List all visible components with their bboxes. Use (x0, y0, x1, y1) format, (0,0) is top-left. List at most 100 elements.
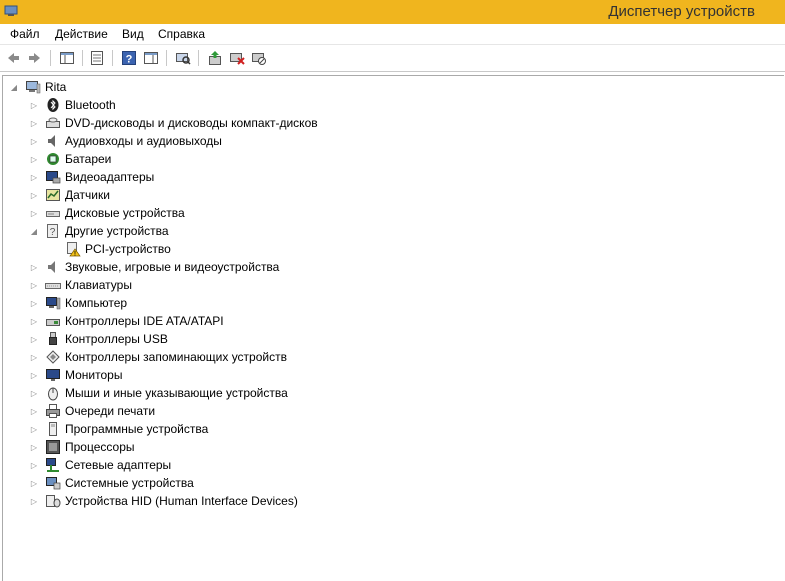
tree-item-pci-device[interactable]: ! PCI-устройство (65, 240, 171, 258)
bluetooth-icon (45, 97, 61, 113)
expand-icon[interactable]: ▷ (29, 262, 39, 272)
sound-icon (45, 259, 61, 275)
expand-icon[interactable]: ▷ (29, 460, 39, 470)
expand-icon[interactable]: ▷ (29, 298, 39, 308)
tree-item-display-adapters[interactable]: ▷ Видеоадаптеры (29, 168, 154, 186)
printer-icon (45, 403, 61, 419)
expand-icon[interactable]: ▷ (29, 370, 39, 380)
toolbar-separator (166, 50, 167, 66)
tree-item-hid[interactable]: ▷ Устройства HID (Human Interface Device… (29, 492, 298, 510)
expand-icon[interactable]: ▷ (29, 388, 39, 398)
tree-item-computer[interactable]: ▷ Компьютер (29, 294, 127, 312)
toolbar-separator (112, 50, 113, 66)
expand-icon[interactable]: ▷ (29, 316, 39, 326)
storage-controller-icon (45, 349, 61, 365)
expand-icon[interactable]: ▷ (29, 424, 39, 434)
tree-item-sensors[interactable]: ▷ Датчики (29, 186, 110, 204)
tree-item-dvd[interactable]: ▷ DVD-дисководы и дисководы компакт-диск… (29, 114, 318, 132)
menu-file[interactable]: Файл (10, 27, 40, 41)
svg-text:?: ? (50, 227, 56, 238)
menu-view[interactable]: Вид (122, 27, 144, 41)
tree-item-ide-controllers[interactable]: ▷ Контроллеры IDE ATA/ATAPI (29, 312, 224, 330)
expand-icon[interactable]: ▷ (29, 190, 39, 200)
action-pane-icon[interactable] (142, 49, 160, 67)
tree-root[interactable]: ◢ Rita (9, 78, 66, 96)
properties-icon[interactable] (88, 49, 106, 67)
tree-item-batteries[interactable]: ▷ Батареи (29, 150, 111, 168)
svg-text:?: ? (126, 54, 133, 66)
expand-icon[interactable]: ▷ (29, 352, 39, 362)
disable-icon[interactable] (250, 49, 268, 67)
dvd-drive-icon (45, 115, 61, 131)
monitor-icon (45, 367, 61, 383)
menu-action[interactable]: Действие (55, 27, 108, 41)
tree-item-network-adapters[interactable]: ▷ Сетевые адаптеры (29, 456, 171, 474)
warning-device-icon: ! (65, 241, 81, 257)
tree-item-software-devices[interactable]: ▷ Программные устройства (29, 420, 208, 438)
expand-icon[interactable]: ▷ (29, 442, 39, 452)
tree-item-disk-drives[interactable]: ▷ Дисковые устройства (29, 204, 185, 222)
tree-item-system-devices[interactable]: ▷ Системные устройства (29, 474, 194, 492)
tree-item-monitors[interactable]: ▷ Мониторы (29, 366, 123, 384)
expand-icon[interactable]: ▷ (29, 100, 39, 110)
hid-icon (45, 493, 61, 509)
expand-icon[interactable]: ▷ (29, 406, 39, 416)
console-tree-icon[interactable] (58, 49, 76, 67)
computer-icon (25, 79, 41, 95)
sensor-icon (45, 187, 61, 203)
ide-controller-icon (45, 313, 61, 329)
tree-item-keyboards[interactable]: ▷ Клавиатуры (29, 276, 132, 294)
toolbar-separator (82, 50, 83, 66)
disk-drive-icon (45, 205, 61, 221)
software-device-icon (45, 421, 61, 437)
mouse-icon (45, 385, 61, 401)
display-adapter-icon (45, 169, 61, 185)
back-icon[interactable] (4, 49, 22, 67)
device-tree[interactable]: ◢ Rita ▷ Bluetooth ▷ DVD-дисководы и дис… (2, 75, 784, 581)
help-icon[interactable]: ? (120, 49, 138, 67)
tree-item-other-devices[interactable]: ◢ ? Другие устройства (29, 222, 169, 240)
tree-item-processors[interactable]: ▷ Процессоры (29, 438, 135, 456)
title-bar[interactable]: Диспетчер устройств (0, 0, 785, 24)
svg-text:!: ! (74, 252, 76, 258)
keyboard-icon (45, 277, 61, 293)
expand-icon[interactable]: ▷ (29, 478, 39, 488)
menu-bar: Файл Действие Вид Справка (0, 24, 785, 45)
toolbar-separator (198, 50, 199, 66)
toolbar: ? (0, 45, 785, 72)
expand-icon[interactable]: ▷ (29, 136, 39, 146)
expand-icon[interactable]: ▷ (29, 118, 39, 128)
tree-item-storage-controllers[interactable]: ▷ Контроллеры запоминающих устройств (29, 348, 287, 366)
other-devices-icon: ? (45, 223, 61, 239)
usb-icon (45, 331, 61, 347)
expand-icon[interactable]: ▷ (29, 334, 39, 344)
computer-icon (45, 295, 61, 311)
expand-icon[interactable]: ▷ (29, 496, 39, 506)
window-title: Диспетчер устройств (608, 3, 755, 20)
tree-item-mice[interactable]: ▷ Мыши и иные указывающие устройства (29, 384, 288, 402)
network-adapter-icon (45, 457, 61, 473)
expand-icon[interactable]: ▷ (29, 172, 39, 182)
tree-item-print-queues[interactable]: ▷ Очереди печати (29, 402, 155, 420)
tree-item-sound[interactable]: ▷ Звуковые, игровые и видеоустройства (29, 258, 279, 276)
update-driver-icon[interactable] (206, 49, 224, 67)
tree-item-bluetooth[interactable]: ▷ Bluetooth (29, 96, 116, 114)
expand-icon[interactable]: ▷ (29, 208, 39, 218)
collapse-icon[interactable]: ◢ (9, 82, 19, 92)
collapse-icon[interactable]: ◢ (29, 226, 39, 236)
expand-icon[interactable]: ▷ (29, 154, 39, 164)
tree-item-usb-controllers[interactable]: ▷ Контроллеры USB (29, 330, 168, 348)
menu-help[interactable]: Справка (158, 27, 205, 41)
toolbar-separator (50, 50, 51, 66)
battery-icon (45, 151, 61, 167)
uninstall-icon[interactable] (228, 49, 246, 67)
expand-icon[interactable]: ▷ (29, 280, 39, 290)
tree-root-label: Rita (45, 80, 67, 94)
scan-hardware-icon[interactable] (174, 49, 192, 67)
processor-icon (45, 439, 61, 455)
forward-icon[interactable] (26, 49, 44, 67)
app-icon[interactable] (4, 3, 18, 17)
tree-item-audio-io[interactable]: ▷ Аудиовходы и аудиовыходы (29, 132, 222, 150)
system-devices-icon (45, 475, 61, 491)
audio-io-icon (45, 133, 61, 149)
